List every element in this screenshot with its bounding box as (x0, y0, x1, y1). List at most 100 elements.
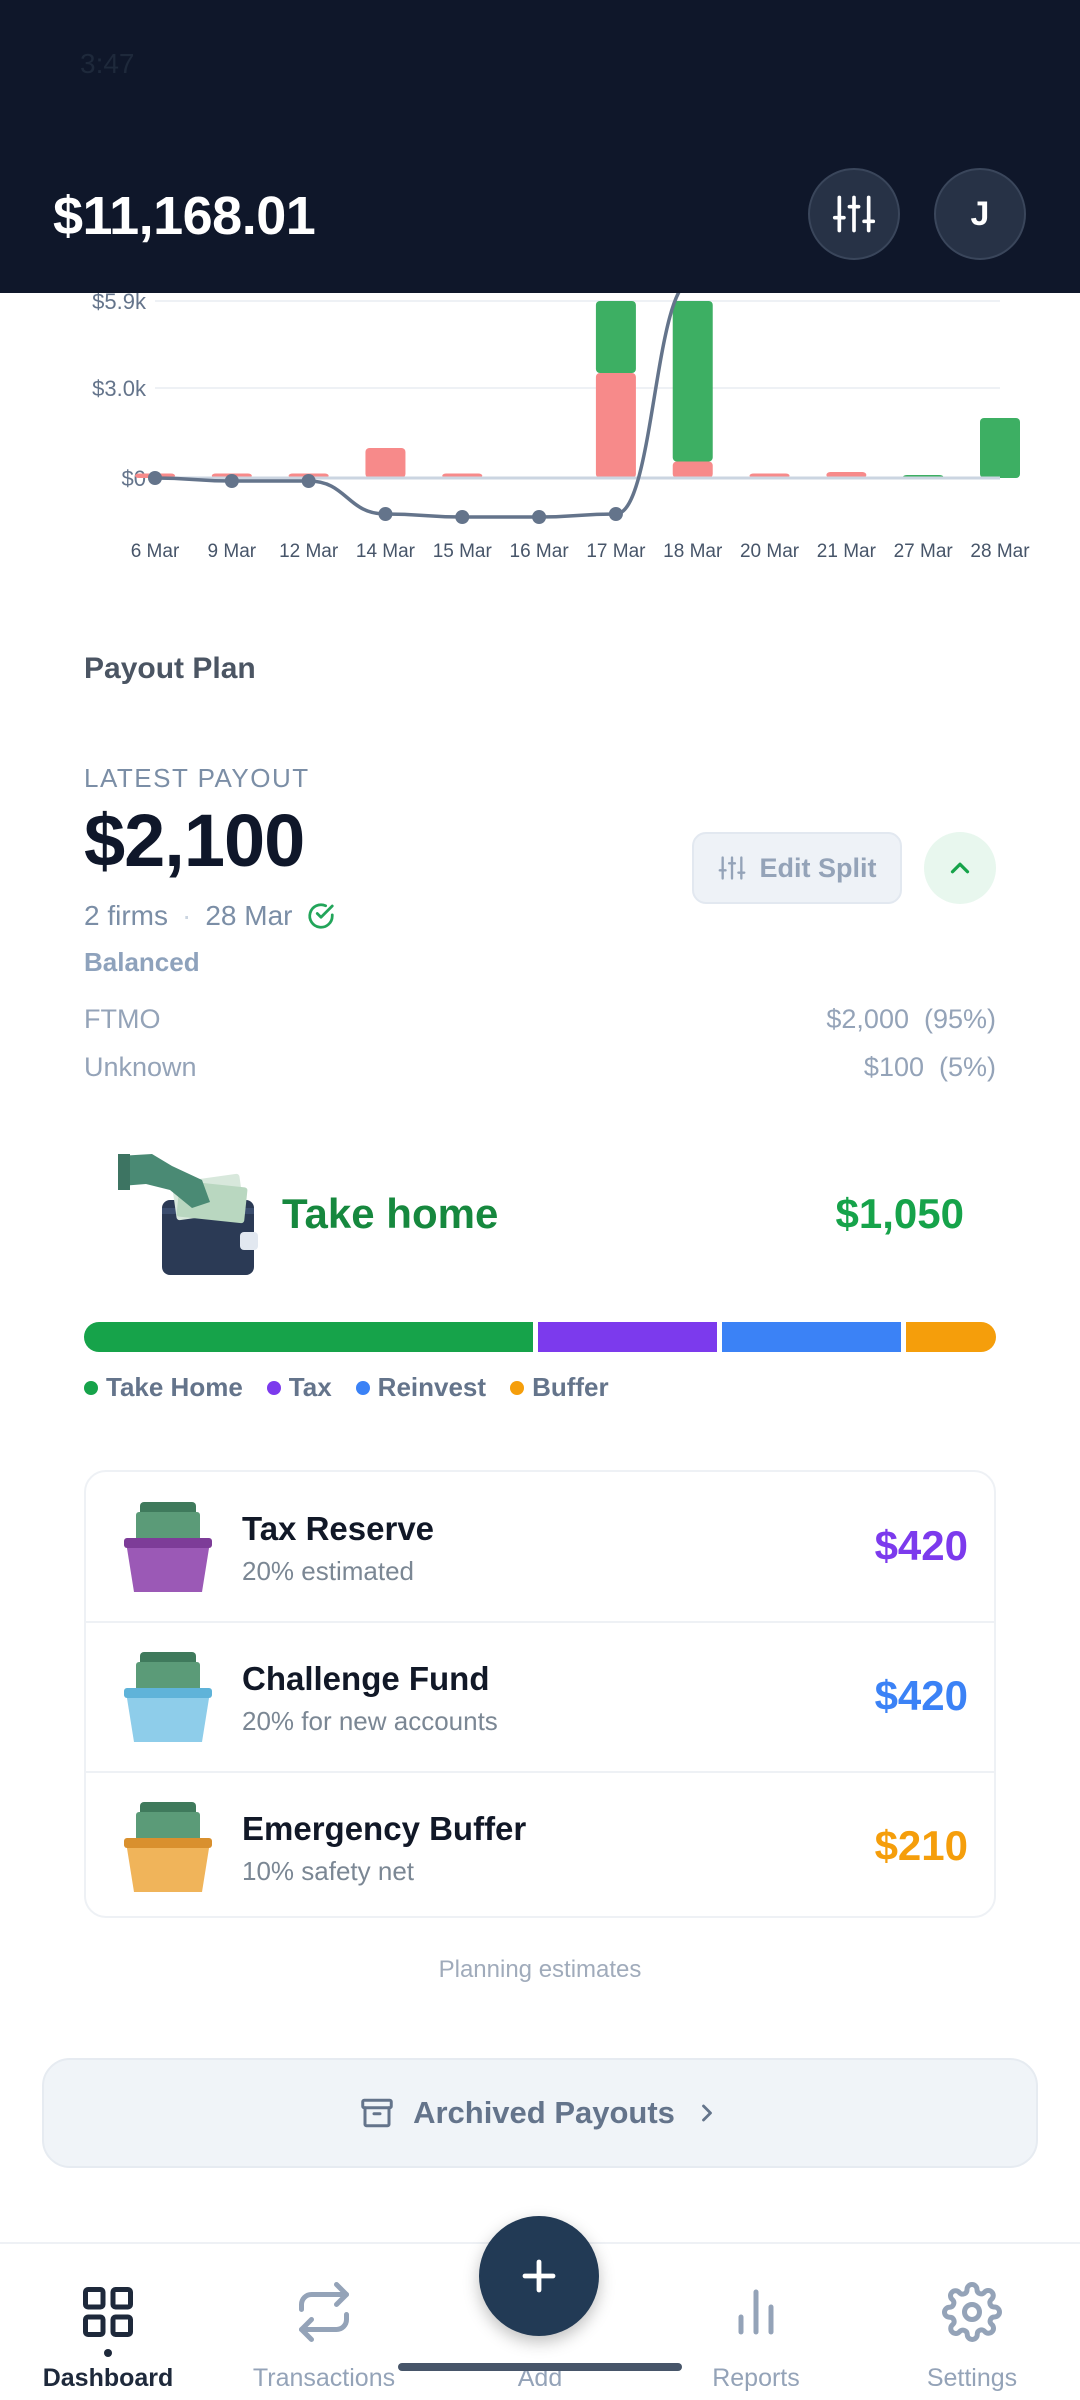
nav-settings[interactable]: Settings (864, 2244, 1080, 2400)
balance-status: Balanced (84, 947, 200, 977)
top-header: 3:47 $11,168.01 J (0, 0, 1080, 293)
nav-label: Settings (926, 2364, 1018, 2392)
app-screen: $5.9k $3.0k $0 6 Mar 9 Mar 12 Mar 14 Mar 15 Mar… (0, 0, 1080, 2400)
firms-count: 2 firms (84, 900, 168, 931)
plus-icon (522, 2259, 556, 2293)
latest-payout-label: LATEST PAYOUT (84, 763, 310, 793)
allocation-title: Emergency Buffer (242, 1810, 527, 1847)
firm-row: FTMO $2,000 (95%) (84, 1004, 996, 1035)
emergency-buffer-money-pot-icon (124, 1802, 212, 1892)
bar-loss (672, 461, 713, 478)
gear-icon (942, 2282, 1002, 2342)
y-tick-label: $0 (122, 466, 146, 491)
line-point (301, 474, 316, 488)
y-tick-label: $3.0k (92, 376, 147, 401)
bar-chart-icon (738, 2289, 774, 2335)
y-tick-label: $5.9k (92, 293, 147, 314)
x-tick-label: 21 Mar (817, 541, 877, 562)
x-tick-label: 18 Mar (663, 541, 723, 562)
filters-button[interactable] (808, 168, 900, 260)
legend-item: Reinvest (355, 1372, 487, 1403)
legend-swatch (266, 1380, 281, 1395)
x-tick-label: 12 Mar (279, 541, 339, 562)
status-bar: 3:47 (80, 48, 1000, 84)
allocation-row[interactable]: Tax Reserve 20% estimated $420 (86, 1472, 994, 1621)
x-tick-label: 20 Mar (740, 541, 800, 562)
grid-icon (83, 2287, 133, 2337)
legend-swatch (510, 1380, 525, 1395)
firm-name: FTMO (84, 1004, 161, 1034)
legend-label: Reinvest (377, 1372, 487, 1402)
line-point (532, 510, 547, 524)
allocation-amount: $420 (874, 1522, 968, 1569)
chevron-up-icon (950, 862, 970, 874)
status-time: 3:47 (80, 48, 135, 79)
split-segment (84, 1322, 533, 1352)
nav-transactions[interactable]: Transactions (216, 2244, 432, 2400)
active-indicator-dot (104, 2349, 112, 2357)
pnl-chart: $5.9k $3.0k $0 6 Mar 9 Mar 12 Mar 14 Mar 15 Mar… (0, 278, 1080, 573)
allocation-amount: $420 (874, 1672, 968, 1719)
edit-split-label: Edit Split (759, 852, 877, 883)
line-point (224, 474, 239, 488)
bar-profit (595, 301, 636, 373)
bar-profit (980, 418, 1020, 478)
legend-label: Tax (288, 1372, 332, 1402)
x-tick-label: 9 Mar (208, 541, 257, 562)
legend-item: Tax (266, 1372, 332, 1403)
avatar-button[interactable]: J (934, 168, 1026, 260)
x-tick-label: 15 Mar (433, 541, 493, 562)
allocation-title: Tax Reserve (242, 1510, 435, 1547)
legend-swatch (84, 1380, 98, 1395)
challenge-fund-money-pot-icon (124, 1652, 212, 1742)
firm-name: Unknown (84, 1052, 197, 1082)
chevron-right-icon (702, 2104, 712, 2122)
bar-loss (595, 373, 636, 478)
payout-meta: 2 firms · 28 Mar (84, 900, 336, 932)
latest-payout-amount: $2,100 (84, 799, 305, 882)
nav-label: Dashboard (42, 2364, 174, 2392)
split-legend: Take Home Tax Reinvest Buffer (84, 1372, 609, 1403)
x-tick-label: 16 Mar (510, 541, 570, 562)
x-tick-label: 6 Mar (131, 541, 180, 562)
allocation-title: Challenge Fund (242, 1660, 490, 1697)
chart-svg: $5.9k $3.0k $0 6 Mar 9 Mar 12 Mar 14 Mar 15 Mar… (92, 278, 1030, 562)
take-home-amount: $1,050 (835, 1190, 964, 1237)
add-button[interactable] (479, 2216, 599, 2336)
bar-profit (672, 301, 713, 462)
line-point (148, 471, 162, 485)
edit-split-button[interactable]: Edit Split (692, 832, 902, 904)
split-segment (721, 1322, 902, 1352)
split-segment (537, 1322, 717, 1352)
payout-date: 28 Mar (205, 900, 293, 931)
firm-value: $100 (5%) (863, 1052, 996, 1082)
sliders-icon (718, 856, 745, 880)
nav-dashboard[interactable]: Dashboard (0, 2244, 216, 2400)
allocation-subtitle: 20% estimated (242, 1556, 414, 1586)
nav-reports[interactable]: Reports (648, 2244, 864, 2400)
x-tick-label: 28 Mar (970, 541, 1030, 562)
collapse-button[interactable] (924, 832, 996, 904)
line-point (455, 510, 470, 524)
cumulative-line (154, 278, 1000, 519)
archive-box-icon (361, 2098, 393, 2128)
separator-dot: · (182, 900, 192, 931)
x-tick-label: 27 Mar (894, 541, 954, 562)
swap-icon (299, 2282, 349, 2342)
legend-swatch (355, 1380, 370, 1395)
section-title: Payout Plan (84, 652, 256, 685)
archived-payouts-button[interactable]: Archived Payouts (42, 2058, 1038, 2168)
split-bar (84, 1322, 997, 1352)
legend-item: Take Home (84, 1372, 243, 1403)
allocation-row[interactable]: Emergency Buffer 10% safety net $210 (86, 1772, 994, 1916)
tax-reserve-money-pot-icon (124, 1502, 212, 1592)
total-balance: $11,168.01 (53, 186, 316, 246)
legend-label: Take Home (106, 1372, 243, 1402)
allocation-row[interactable]: Challenge Fund 20% for new accounts $420 (86, 1622, 994, 1771)
estimates-note: Planning estimates (438, 1956, 642, 1983)
sliders-icon (832, 195, 876, 233)
allocation-subtitle: 10% safety net (242, 1856, 414, 1886)
firm-row: Unknown $100 (5%) (84, 1052, 996, 1083)
home-indicator (398, 2363, 682, 2371)
split-segment (906, 1322, 997, 1352)
